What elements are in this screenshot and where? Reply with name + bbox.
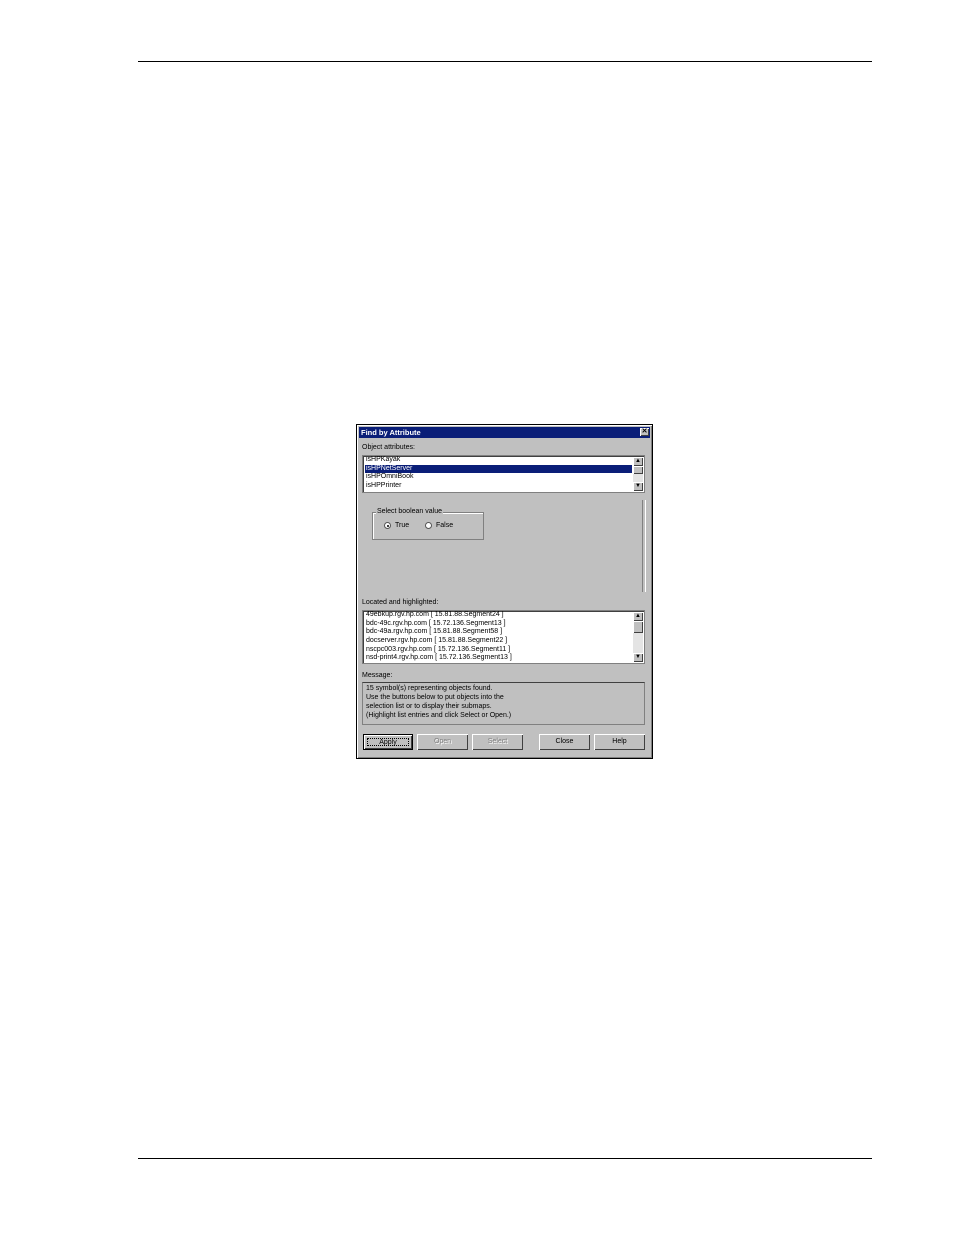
object-attributes-label: Object attributes:: [362, 444, 415, 451]
scroll-up-arrow-icon[interactable]: ▲: [633, 612, 643, 621]
message-box: 15 symbol(s) representing objects found.…: [362, 682, 645, 725]
attributes-scrollbar[interactable]: ▲ ▼: [633, 457, 643, 491]
scroll-down-arrow-icon[interactable]: ▼: [633, 653, 643, 662]
list-item[interactable]: nsd-print4.rgv.hp.com [ 15.72.136.Segmen…: [365, 654, 632, 663]
header-rule: [138, 61, 872, 62]
list-item[interactable]: bdc-49c.rgv.hp.com [ 15.72.136.Segment13…: [365, 620, 632, 629]
scroll-thumb[interactable]: [633, 466, 643, 474]
select-button[interactable]: Select: [472, 734, 523, 750]
panel-divider: [642, 500, 646, 592]
list-item[interactable]: isHPPrinter: [365, 482, 632, 491]
message-line: Use the buttons below to put objects int…: [366, 694, 504, 701]
close-button-label: Close: [555, 738, 574, 745]
located-highlighted-label: Located and highlighted:: [362, 599, 439, 606]
scroll-up-arrow-icon[interactable]: ▲: [633, 457, 643, 466]
list-item[interactable]: docserver.rgv.hp.com [ 15.81.88.Segment2…: [365, 637, 632, 646]
apply-button[interactable]: Apply: [363, 734, 413, 750]
located-scrollbar[interactable]: ▲ ▼: [633, 612, 643, 662]
list-item[interactable]: isHPOmniBook: [365, 473, 632, 482]
true-radio[interactable]: [384, 522, 391, 529]
dialog-titlebar[interactable]: Find by Attribute ✕: [359, 427, 650, 438]
list-item[interactable]: isHPKayak: [365, 456, 632, 465]
message-label: Message:: [362, 672, 393, 679]
message-line: 15 symbol(s) representing objects found.: [366, 685, 493, 692]
true-radio-label[interactable]: True: [395, 522, 409, 530]
focus-rect: [367, 738, 409, 746]
select-button-label: Select: [487, 738, 508, 745]
list-item[interactable]: bdc-49a.rgv.hp.com [ 15.81.88.Segment58 …: [365, 628, 632, 637]
footer-rule: [138, 1158, 872, 1159]
message-line: (Highlight list entries and click Select…: [366, 712, 512, 719]
boolean-group-legend: Select boolean value: [376, 507, 443, 516]
object-attributes-list[interactable]: isHPKayak isHPNetServer isHPOmniBook isH…: [362, 455, 645, 493]
open-button[interactable]: Open: [417, 734, 468, 750]
false-radio-label[interactable]: False: [436, 522, 453, 530]
close-button[interactable]: Close: [539, 734, 590, 750]
false-radio[interactable]: [425, 522, 432, 529]
located-list[interactable]: 49ebkup.rgv.hp.com [ 15.81.88.Segment24 …: [362, 610, 645, 664]
help-button[interactable]: Help: [594, 734, 645, 750]
message-line: selection list or to display their subma…: [366, 703, 492, 710]
dialog-title: Find by Attribute: [361, 428, 421, 437]
close-icon[interactable]: ✕: [640, 428, 649, 436]
help-button-label: Help: [612, 738, 627, 745]
list-item[interactable]: 49ebkup.rgv.hp.com [ 15.81.88.Segment24 …: [365, 611, 632, 620]
list-item[interactable]: nscpc003.rgv.hp.com [ 15.72.136.Segment1…: [365, 646, 632, 655]
open-button-label: Open: [433, 738, 452, 745]
list-item-selected[interactable]: isHPNetServer: [365, 464, 632, 474]
scroll-thumb[interactable]: [633, 621, 643, 633]
scroll-down-arrow-icon[interactable]: ▼: [633, 482, 643, 491]
